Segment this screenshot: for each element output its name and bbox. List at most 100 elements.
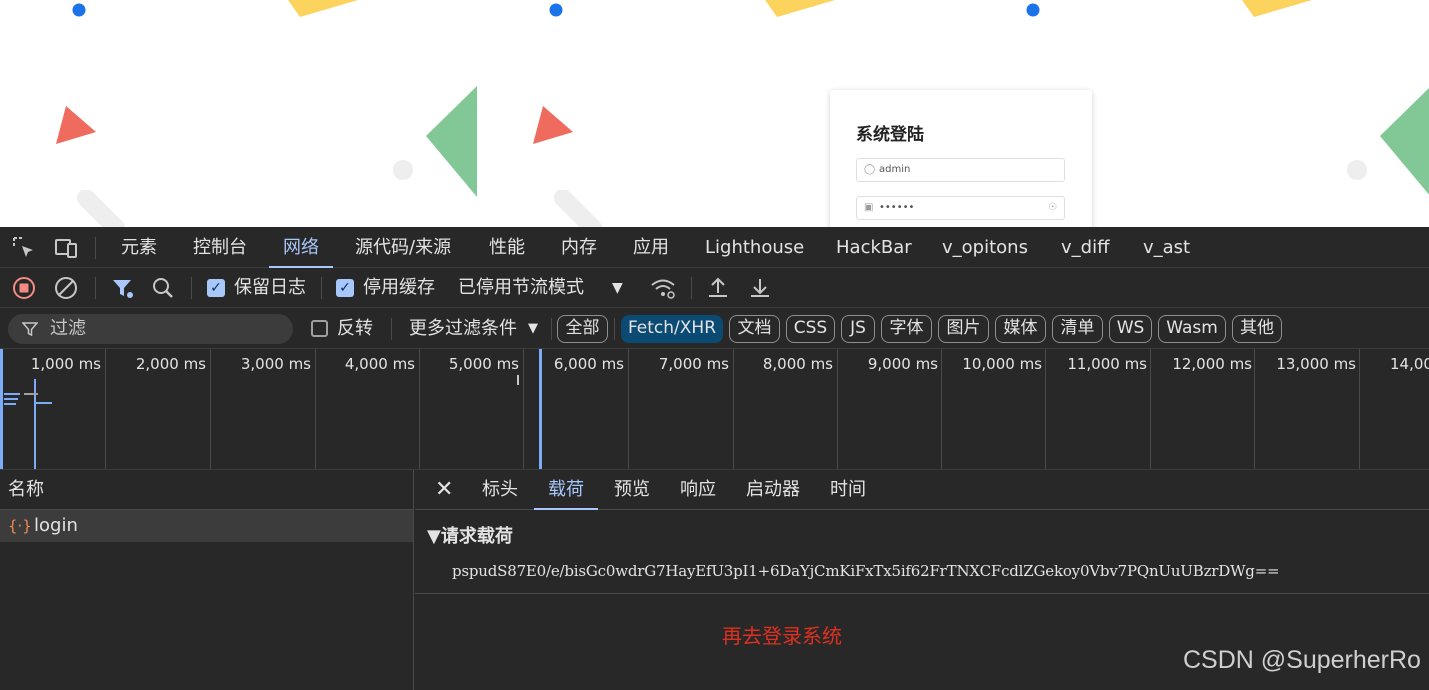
request-detail: ✕ 标头 载荷 预览 响应 启动器 时间 ▼请求载荷 pspudS87E0/e/… <box>415 470 1429 690</box>
type-filter-fetch-xhr[interactable]: Fetch/XHR <box>621 315 723 343</box>
tab-initiator[interactable]: 启动器 <box>746 470 800 510</box>
decor-green-triangle <box>1380 87 1429 195</box>
network-conditions-icon[interactable] <box>650 275 676 301</box>
divider <box>191 277 192 299</box>
type-filter-font[interactable]: 字体 <box>881 315 932 343</box>
tab-network[interactable]: 网络 <box>269 227 333 268</box>
eye-icon[interactable]: ☉ <box>1048 197 1057 219</box>
timeline-gridline <box>1045 349 1046 469</box>
record-stop-icon[interactable] <box>11 275 37 301</box>
user-icon: ◯ <box>864 164 876 175</box>
filter-input[interactable]: 过滤 <box>8 314 293 344</box>
type-filter-other[interactable]: 其他 <box>1232 315 1282 343</box>
timeline-tick-label: 5,000 ms <box>448 355 519 373</box>
detail-tab-bar: ✕ 标头 载荷 预览 响应 启动器 时间 <box>415 470 1429 510</box>
export-har-icon[interactable] <box>747 275 773 301</box>
login-title: 系统登陆 <box>856 125 924 145</box>
tab-headers[interactable]: 标头 <box>482 470 518 510</box>
decor-green-triangle <box>426 86 477 197</box>
tab-application[interactable]: 应用 <box>633 227 669 268</box>
text-cursor-icon <box>517 375 519 385</box>
network-overview-timeline[interactable]: 1,000 ms 2,000 ms 3,000 ms 4,000 ms 5,00… <box>0 349 1429 470</box>
timeline-gridline <box>419 349 420 469</box>
request-payload-value: pspudS87E0/e/bisGc0wdrG7HayEfU3pI1+6DaYj… <box>452 562 1280 580</box>
timeline-tick-label: 4,000 ms <box>344 355 415 373</box>
waterfall-bar <box>24 393 38 395</box>
tab-payload[interactable]: 载荷 <box>534 470 598 510</box>
timeline-tick-label: 13,000 ms <box>1276 355 1356 373</box>
invert-checkbox[interactable] <box>311 320 328 337</box>
tab-console[interactable]: 控制台 <box>193 227 247 268</box>
filter-funnel-icon[interactable] <box>110 275 136 301</box>
type-filter-media[interactable]: 媒体 <box>995 315 1046 343</box>
name-column-header[interactable]: 名称 <box>0 470 414 510</box>
tab-memory[interactable]: 内存 <box>561 227 597 268</box>
request-row-login[interactable]: {·} login <box>0 510 413 542</box>
type-filter-manifest[interactable]: 清单 <box>1052 315 1103 343</box>
type-filter-wasm[interactable]: Wasm <box>1158 315 1226 343</box>
preserve-log-label: 保留日志 <box>234 277 306 298</box>
tab-sources[interactable]: 源代码/来源 <box>355 227 451 268</box>
dropdown-arrow-icon[interactable]: ▼ <box>612 268 623 308</box>
tab-preview[interactable]: 预览 <box>614 470 650 510</box>
type-filter-doc[interactable]: 文档 <box>729 315 780 343</box>
tab-v-diff[interactable]: v_diff <box>1061 227 1109 268</box>
divider <box>691 277 692 299</box>
waterfall-bar <box>4 398 18 400</box>
timeline-dom-marker <box>0 349 3 469</box>
request-payload-title[interactable]: ▼请求载荷 <box>427 522 513 548</box>
timeline-gridline <box>1254 349 1255 469</box>
tab-performance[interactable]: 性能 <box>489 227 525 268</box>
decor-yellow-shape <box>288 0 358 17</box>
tab-elements[interactable]: 元素 <box>121 227 157 268</box>
type-filter-ws[interactable]: WS <box>1109 315 1152 343</box>
request-list: 名称 {·} login <box>0 470 414 690</box>
login-card: 系统登陆 ◯ admin ▣ •••••• ☉ <box>830 90 1092 227</box>
import-har-icon[interactable] <box>705 275 731 301</box>
tab-timing[interactable]: 时间 <box>830 470 866 510</box>
username-input[interactable]: ◯ admin <box>856 158 1065 182</box>
timeline-tick-label: 7,000 ms <box>658 355 729 373</box>
timeline-tick-label: 9,000 ms <box>867 355 938 373</box>
device-toolbar-icon[interactable] <box>53 235 79 261</box>
xhr-icon: {·} <box>8 517 32 535</box>
divider <box>614 318 615 340</box>
timeline-gridline <box>837 349 838 469</box>
request-name: login <box>34 515 78 536</box>
decor-dot <box>72 3 86 17</box>
filter-bar: 过滤 反转 更多过滤条件 ▼ 全部 Fetch/XHR 文档 CSS JS 字体… <box>0 308 1429 349</box>
close-icon[interactable]: ✕ <box>435 470 453 510</box>
timeline-gridline <box>1359 349 1360 469</box>
tab-hackbar[interactable]: HackBar <box>836 227 912 268</box>
divider <box>95 277 96 299</box>
filter-funnel-icon <box>21 314 39 347</box>
tab-v-opitons[interactable]: v_opitons <box>942 227 1028 268</box>
more-filters-dropdown[interactable]: 更多过滤条件 <box>409 308 517 349</box>
username-value: admin <box>879 164 911 175</box>
decor-dot <box>1026 3 1040 17</box>
inspect-icon[interactable] <box>11 235 37 261</box>
type-filter-css[interactable]: CSS <box>786 315 835 343</box>
throttling-select[interactable]: 已停用节流模式 <box>458 268 584 308</box>
tab-lighthouse[interactable]: Lighthouse <box>705 227 804 268</box>
dropdown-arrow-icon[interactable]: ▼ <box>528 308 538 349</box>
decor-grey-dot <box>393 160 413 180</box>
type-filter-img[interactable]: 图片 <box>938 315 989 343</box>
tab-v-ast[interactable]: v_ast <box>1143 227 1190 268</box>
search-icon[interactable] <box>150 275 176 301</box>
password-input[interactable]: ▣ •••••• ☉ <box>856 196 1065 220</box>
decor-red-triangle <box>56 106 96 144</box>
type-filter-js[interactable]: JS <box>841 315 875 343</box>
divider <box>551 318 552 340</box>
password-value: •••••• <box>879 202 915 213</box>
timeline-gridline <box>941 349 942 469</box>
tab-response[interactable]: 响应 <box>680 470 716 510</box>
clear-icon[interactable] <box>53 275 79 301</box>
decor-yellow-shape <box>765 0 835 17</box>
disable-cache-checkbox[interactable]: ✓ <box>336 279 354 297</box>
devtools-panel: 元素 控制台 网络 源代码/来源 性能 内存 应用 Lighthouse Hac… <box>0 227 1429 690</box>
divider <box>321 277 322 299</box>
preserve-log-checkbox[interactable]: ✓ <box>207 279 225 297</box>
type-filter-all[interactable]: 全部 <box>557 315 608 343</box>
timeline-gridline <box>105 349 106 469</box>
